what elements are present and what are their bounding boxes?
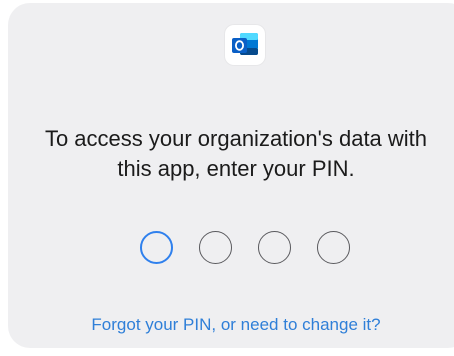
outlook-logo [232, 33, 258, 55]
pin-digit-1[interactable] [140, 231, 173, 264]
forgot-pin-link[interactable]: Forgot your PIN, or need to change it? [18, 315, 454, 335]
pin-prompt-line-1: To access your organization's data with [44, 126, 428, 151]
pin-prompt: To access your organization's data with … [18, 124, 454, 184]
pin-entry[interactable] [0, 231, 454, 271]
pin-digit-2[interactable] [199, 231, 232, 264]
outlook-icon [225, 25, 265, 65]
pin-digit-3[interactable] [258, 231, 291, 264]
pin-prompt-line-2: this app, enter your PIN. [117, 156, 355, 181]
pin-digit-4[interactable] [317, 231, 350, 264]
